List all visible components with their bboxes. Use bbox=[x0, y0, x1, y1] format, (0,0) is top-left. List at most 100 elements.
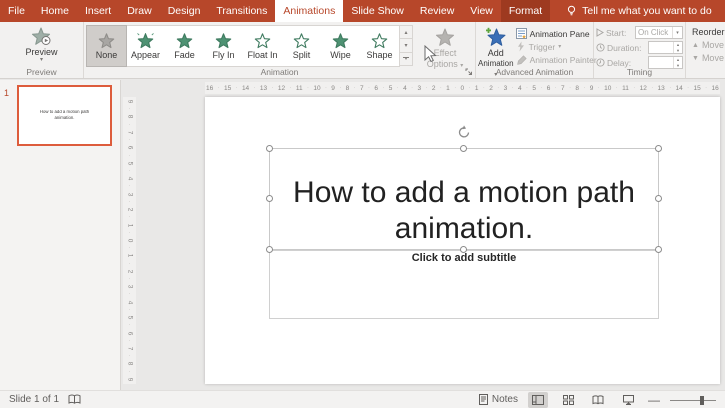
workspace: 1 How to add a motion path animation. 16… bbox=[0, 80, 725, 390]
delay-label: Delay: bbox=[607, 58, 631, 68]
gallery-scroll-up-button[interactable]: ▴ bbox=[400, 26, 412, 39]
view-normal-icon bbox=[532, 395, 544, 405]
selection-handle-top-right[interactable] bbox=[655, 145, 662, 152]
thumbnail-title-text: How to add a motion path animation. bbox=[32, 110, 98, 121]
selection-handle-bottom-left[interactable] bbox=[266, 246, 273, 253]
animation-painter-brush-icon bbox=[516, 55, 527, 66]
duration-value bbox=[649, 42, 673, 53]
duration-label: Duration: bbox=[607, 43, 642, 53]
gallery-more-button[interactable]: ▾ bbox=[400, 53, 412, 65]
tab-file[interactable]: File bbox=[0, 0, 33, 22]
selection-handle-bottom-right[interactable] bbox=[655, 246, 662, 253]
slide-thumbnail-panel: 1 How to add a motion path animation. bbox=[0, 80, 121, 390]
animation-appear[interactable]: Appear bbox=[126, 26, 165, 66]
animation-painter-button[interactable]: Animation Painter bbox=[516, 55, 597, 66]
slide-thumbnail-1[interactable]: How to add a motion path animation. bbox=[17, 85, 112, 146]
animation-fly-in[interactable]: Fly In bbox=[204, 26, 243, 66]
start-dropdown-arrow[interactable]: ▾ bbox=[672, 27, 682, 38]
tab-transitions[interactable]: Transitions bbox=[208, 0, 275, 22]
animation-none[interactable]: None bbox=[87, 26, 126, 66]
animation-painter-label: Animation Painter bbox=[530, 55, 597, 65]
animation-star-icon bbox=[176, 33, 193, 49]
selection-handle-top-left[interactable] bbox=[266, 145, 273, 152]
tab-draw[interactable]: Draw bbox=[119, 0, 160, 22]
start-value: On Click bbox=[636, 27, 672, 38]
animation-pane-label: Animation Pane bbox=[530, 29, 590, 39]
animation-wipe[interactable]: Wipe bbox=[321, 26, 360, 66]
move-earlier-button[interactable]: ▲ Move Earlier bbox=[692, 40, 725, 50]
move-later-arrow-icon: ▼ bbox=[692, 55, 699, 62]
proofing-book-icon[interactable] bbox=[68, 394, 81, 405]
group-advanced-animation: Add Animation ▾ Animation Pane Trigger ▾ bbox=[476, 22, 594, 78]
tab-format[interactable]: Format bbox=[501, 0, 550, 22]
effect-options-star-icon bbox=[435, 28, 455, 47]
preview-button[interactable]: Preview ▾ bbox=[25, 24, 57, 66]
tell-me-label: Tell me what you want to do bbox=[582, 5, 712, 17]
view-normal-button[interactable] bbox=[528, 392, 548, 408]
duration-clock-icon bbox=[596, 43, 605, 52]
move-later-button[interactable]: ▼ Move Later bbox=[692, 53, 725, 63]
slide-counter: Slide 1 of 1 bbox=[9, 394, 59, 405]
animation-star-icon bbox=[332, 33, 349, 49]
subtitle-placeholder-text: Click to add subtitle bbox=[270, 252, 658, 264]
zoom-slider[interactable] bbox=[670, 392, 716, 408]
view-reading-button[interactable] bbox=[588, 392, 608, 408]
selection-handle-top-middle[interactable] bbox=[460, 145, 467, 152]
tab-design[interactable]: Design bbox=[160, 0, 209, 22]
lightbulb-icon bbox=[566, 5, 577, 17]
group-animation: NoneAppearFadeFly InFloat InSplitWipeSha… bbox=[84, 22, 476, 78]
add-animation-label-1: Add bbox=[488, 48, 504, 58]
view-slideshow-icon bbox=[623, 395, 634, 405]
ribbon-tab-bar: FileHomeInsertDrawDesignTransitionsAnima… bbox=[0, 0, 725, 22]
duration-spinner[interactable]: ▴▾ bbox=[673, 42, 682, 53]
notes-button[interactable]: Notes bbox=[479, 394, 518, 405]
animation-dialog-launcher[interactable] bbox=[465, 68, 473, 76]
view-reading-icon bbox=[592, 395, 604, 405]
animation-shape[interactable]: Shape bbox=[360, 26, 399, 66]
rotation-handle-icon[interactable] bbox=[457, 125, 471, 139]
animation-star-icon bbox=[293, 33, 310, 49]
subtitle-placeholder[interactable]: Click to add subtitle bbox=[269, 250, 659, 319]
trigger-label: Trigger bbox=[529, 42, 556, 52]
trigger-dropdown-arrow: ▾ bbox=[558, 45, 561, 49]
tab-insert[interactable]: Insert bbox=[77, 0, 119, 22]
selection-handle-middle-right[interactable] bbox=[655, 195, 662, 202]
animation-fade[interactable]: Fade bbox=[165, 26, 204, 66]
title-placeholder[interactable]: How to add a motion path animation. bbox=[269, 148, 659, 250]
ribbon-tabs: FileHomeInsertDrawDesignTransitionsAnima… bbox=[0, 0, 550, 22]
zoom-slider-handle[interactable] bbox=[700, 396, 704, 405]
start-combobox[interactable]: On Click ▾ bbox=[635, 26, 683, 39]
zoom-out-button[interactable]: — bbox=[648, 395, 660, 405]
gallery-scroll-down-button[interactable]: ▾ bbox=[400, 39, 412, 52]
animation-gallery: NoneAppearFadeFly InFloat InSplitWipeSha… bbox=[86, 25, 400, 67]
move-earlier-arrow-icon: ▲ bbox=[692, 42, 699, 49]
preview-dropdown-arrow: ▾ bbox=[40, 58, 43, 62]
tell-me-box[interactable]: Tell me what you want to do bbox=[566, 0, 712, 22]
tab-review[interactable]: Review bbox=[412, 0, 462, 22]
timing-group-label: Timing bbox=[594, 67, 685, 77]
animation-float-in[interactable]: Float In bbox=[243, 26, 282, 66]
trigger-lightning-icon bbox=[516, 41, 526, 52]
thumbnail-slide-number: 1 bbox=[4, 88, 9, 98]
slide-canvas[interactable]: How to add a motion path animation. Clic… bbox=[205, 97, 720, 384]
delay-clock-icon bbox=[596, 58, 605, 67]
animation-star-icon bbox=[254, 33, 271, 49]
vertical-ruler: 9·8·7·6·5·4·3·2·1·0·1·2·3·4·5·6·7·8·9 bbox=[123, 97, 136, 384]
group-preview: Preview ▾ Preview bbox=[0, 22, 84, 78]
tab-view[interactable]: View bbox=[462, 0, 501, 22]
selection-handle-middle-left[interactable] bbox=[266, 195, 273, 202]
duration-spinbox[interactable]: ▴▾ bbox=[648, 41, 683, 54]
animation-split[interactable]: Split bbox=[282, 26, 321, 66]
tab-slide-show[interactable]: Slide Show bbox=[343, 0, 412, 22]
notes-label: Notes bbox=[492, 394, 518, 405]
tab-home[interactable]: Home bbox=[33, 0, 77, 22]
animation-pane-button[interactable]: Animation Pane bbox=[516, 28, 597, 39]
cursor-arrow-icon bbox=[424, 45, 437, 63]
preview-group-label: Preview bbox=[0, 67, 83, 77]
trigger-button[interactable]: Trigger ▾ bbox=[516, 41, 597, 52]
add-animation-button[interactable]: Add Animation ▾ bbox=[478, 24, 514, 66]
selection-handle-bottom-middle[interactable] bbox=[460, 246, 467, 253]
tab-animations[interactable]: Animations bbox=[275, 0, 343, 22]
view-slide-sorter-button[interactable] bbox=[558, 392, 578, 408]
view-slideshow-button[interactable] bbox=[618, 392, 638, 408]
